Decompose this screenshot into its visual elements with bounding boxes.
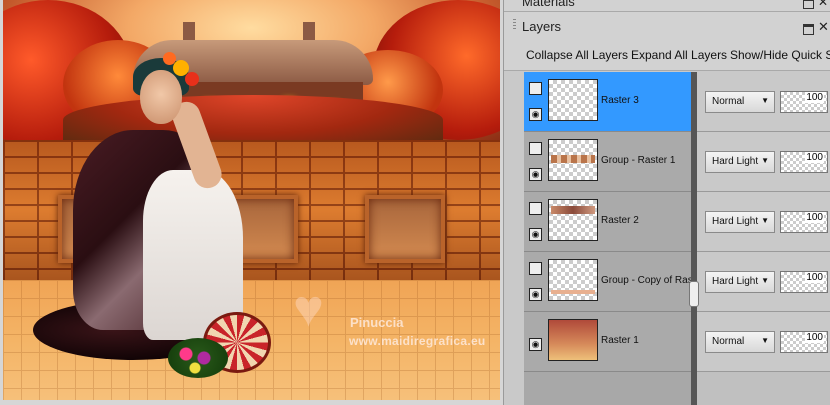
opacity-value: 100 — [805, 272, 824, 283]
layer-name: Raster 1 — [601, 335, 639, 346]
close-icon[interactable]: ✕ — [818, 0, 828, 9]
layer-props-raster-1: Normal ▼ 100 — [697, 312, 830, 372]
eye-icon[interactable]: ◉ — [529, 228, 542, 241]
materials-title: Materials — [522, 0, 575, 9]
eye-icon[interactable]: ◉ — [529, 288, 542, 301]
eye-icon[interactable]: ◉ — [529, 168, 542, 181]
opacity-value: 100 — [805, 212, 824, 223]
materials-palette-header[interactable]: Materials ✕ — [504, 0, 830, 12]
chevron-down-icon: ▼ — [761, 276, 769, 285]
opacity-field[interactable]: 100 — [780, 91, 828, 113]
layer-group-icon[interactable] — [529, 142, 542, 155]
layer-group-icon[interactable] — [529, 262, 542, 275]
face — [140, 70, 182, 124]
wall-niche — [365, 195, 445, 263]
image-canvas[interactable]: ♥ Pinuccia www.maidiregrafica.eu — [0, 0, 503, 405]
blend-mode-select[interactable]: Hard Light ▼ — [705, 271, 775, 293]
layer-thumbnail — [548, 259, 598, 301]
layer-thumbnail — [548, 139, 598, 181]
splitter-handle[interactable] — [689, 281, 699, 307]
chevron-down-icon: ▼ — [761, 156, 769, 165]
woman-figure — [33, 50, 271, 380]
maximize-icon[interactable] — [803, 24, 814, 35]
layer-row-raster-1[interactable]: ◉ Raster 1 — [524, 312, 694, 372]
watermark-url: www.maidiregrafica.eu — [349, 334, 486, 348]
layer-row-group-copy-of-raster[interactable]: ◉ Group - Copy of Raster — [524, 252, 704, 312]
drag-grip-icon[interactable] — [513, 19, 516, 31]
flower-bouquet — [168, 338, 228, 378]
hair-flower — [185, 72, 199, 86]
layer-row-raster-2[interactable]: ◉ Raster 2 — [524, 192, 694, 252]
blend-mode-value: Normal — [712, 96, 745, 107]
watermark-name: Pinuccia — [350, 315, 404, 330]
layer-thumbnail — [548, 79, 598, 121]
blend-mode-select[interactable]: Normal ▼ — [705, 91, 775, 113]
layer-props-group-copy-of-raster: Hard Light ▼ 100 — [697, 252, 830, 312]
layer-group-icon[interactable] — [529, 202, 542, 215]
opacity-value: 100 — [805, 92, 824, 103]
layer-list: ◉ Raster 3 Normal ▼ 100 ◉ Group - Raster… — [524, 72, 830, 405]
layer-row-group-raster-1[interactable]: ◉ Group - Raster 1 — [524, 132, 694, 192]
layer-row-raster-3[interactable]: ◉ Raster 3 — [524, 72, 694, 132]
chevron-down-icon: ▼ — [761, 216, 769, 225]
layer-group-icon[interactable] — [529, 82, 542, 95]
layer-props-raster-2: Hard Light ▼ 100 — [697, 192, 830, 252]
opacity-value: 100 — [805, 152, 824, 163]
blend-mode-value: Hard Light — [712, 216, 759, 227]
maximize-icon[interactable] — [803, 0, 814, 9]
opacity-field[interactable]: 100 — [780, 211, 828, 233]
layer-name: Raster 2 — [601, 215, 639, 226]
watermark-heart-icon: ♥ — [293, 280, 324, 338]
blend-mode-value: Hard Light — [712, 276, 759, 287]
blend-mode-select[interactable]: Hard Light ▼ — [705, 151, 775, 173]
opacity-field[interactable]: 100 — [780, 271, 828, 293]
column-divider[interactable] — [691, 72, 697, 405]
hair-flower — [163, 52, 176, 65]
layers-title: Layers — [522, 19, 562, 34]
layer-props-raster-3: Normal ▼ 100 — [697, 72, 830, 132]
opacity-field[interactable]: 100 — [780, 331, 828, 353]
collapse-all-layers-button[interactable]: Collapse All Layers — [526, 48, 628, 62]
blend-mode-select[interactable]: Normal ▼ — [705, 331, 775, 353]
show-hide-quick-settings-button[interactable]: Show/Hide Quick Se — [730, 48, 830, 62]
layer-thumbnail — [548, 199, 598, 241]
eye-icon[interactable]: ◉ — [529, 338, 542, 351]
chevron-down-icon: ▼ — [761, 336, 769, 345]
expand-all-layers-button[interactable]: Expand All Layers — [631, 48, 727, 62]
chevron-down-icon: ▼ — [761, 96, 769, 105]
layer-thumbnail — [548, 319, 598, 361]
layer-name: Group - Raster 1 — [601, 155, 676, 166]
layer-props-group-raster-1: Hard Light ▼ 100 — [697, 132, 830, 192]
opacity-field[interactable]: 100 — [780, 151, 828, 173]
layers-panel: Materials ✕ Layers ✕ Collapse All Layers… — [503, 0, 830, 405]
blend-mode-select[interactable]: Hard Light ▼ — [705, 211, 775, 233]
eye-icon[interactable]: ◉ — [529, 108, 542, 121]
blend-mode-value: Normal — [712, 336, 745, 347]
artwork-image: ♥ Pinuccia www.maidiregrafica.eu — [3, 0, 500, 400]
close-icon[interactable]: ✕ — [818, 19, 829, 35]
layers-toolbar: Collapse All Layers Expand All Layers Sh… — [504, 42, 830, 71]
layer-name: Raster 3 — [601, 95, 639, 106]
blend-mode-value: Hard Light — [712, 156, 759, 167]
opacity-value: 100 — [805, 332, 824, 343]
